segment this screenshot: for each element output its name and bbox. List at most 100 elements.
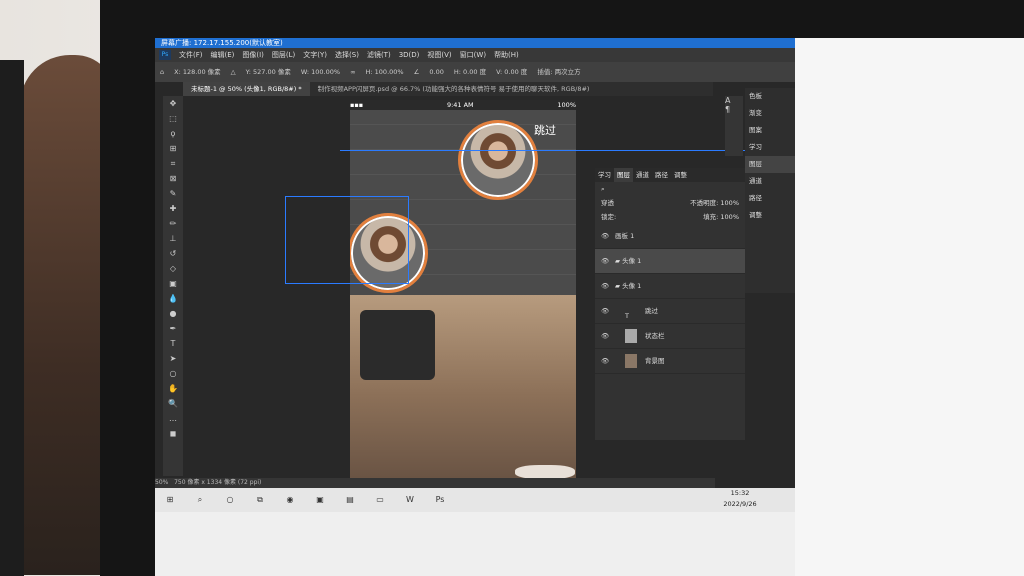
marquee-tool-icon[interactable]: ⬚ — [163, 111, 183, 126]
blend-mode-select[interactable]: 穿透 — [601, 196, 614, 210]
opacity-field[interactable]: 不透明度: 100% — [690, 196, 739, 210]
zoom-tool-icon[interactable]: 🔍 — [163, 396, 183, 411]
windows-start-icon[interactable]: ⊞ — [161, 492, 179, 508]
photoshop-icon[interactable]: Ps — [431, 492, 449, 508]
avatar-image[interactable] — [458, 120, 538, 200]
blur-tool-icon[interactable]: 💧 — [163, 291, 183, 306]
fill-field[interactable]: 填充: 100% — [703, 210, 739, 224]
layer-row[interactable]: 👁 ▰ 头像 1 — [595, 249, 745, 274]
crop-tool-icon[interactable]: ⌗ — [163, 156, 183, 171]
eye-icon[interactable]: 👁 — [601, 249, 615, 273]
eye-icon[interactable]: 👁 — [601, 324, 615, 348]
window-titlebar: 屏幕广播: 172.17.155.200(默认教室) — [155, 38, 795, 48]
link-icon[interactable]: ∞ — [345, 62, 360, 82]
layer-row[interactable]: 👁 状态栏 — [595, 324, 745, 349]
task-view-icon[interactable]: ⧉ — [251, 492, 269, 508]
cortana-icon[interactable]: ○ — [221, 492, 239, 508]
tab-channels[interactable]: 通道 — [633, 168, 652, 182]
eraser-icon[interactable]: ◇ — [163, 261, 183, 276]
tab-untitled[interactable]: 未标题-1 @ 50% (头像1, RGB/8#) * — [183, 82, 310, 96]
lasso-tool-icon[interactable]: ϙ — [163, 126, 183, 141]
signal-icon: ▪▪▪ — [350, 101, 364, 109]
menu-image[interactable]: 图像(I) — [238, 48, 268, 62]
tab-splash-psd[interactable]: 制作视频APP闪屏页.psd @ 66.7% (功能强大的各种表情符号 易于使用… — [310, 82, 598, 96]
quick-select-icon[interactable]: ⊞ — [163, 141, 183, 156]
menu-help[interactable]: 帮助(H) — [490, 48, 523, 62]
more-tools-icon[interactable]: … — [163, 411, 183, 426]
menu-view[interactable]: 视图(V) — [423, 48, 455, 62]
menu-select[interactable]: 选择(S) — [331, 48, 363, 62]
character-icon[interactable]: A — [725, 96, 743, 105]
dodge-tool-icon[interactable]: ● — [163, 306, 183, 321]
menu-window[interactable]: 窗口(W) — [456, 48, 490, 62]
wps-icon[interactable]: W — [401, 492, 419, 508]
search-icon[interactable]: ⌕ — [191, 492, 209, 508]
history-brush-icon[interactable]: ↺ — [163, 246, 183, 261]
tab-learn[interactable]: 学习 — [595, 168, 614, 182]
layer-row[interactable]: 👁 T 跳过 — [595, 299, 745, 324]
interp-select[interactable]: 插值: 两次立方 — [532, 62, 585, 82]
dock-swatches[interactable]: 色板 — [745, 88, 795, 105]
hskew-field[interactable]: H: 0.00 度 — [449, 62, 491, 82]
layer-row[interactable]: 👁 ▰ 头像 1 — [595, 274, 745, 299]
type-tool-icon[interactable]: T — [163, 336, 183, 351]
taskbar-clock[interactable]: 15:32 2022/9/26 — [715, 488, 765, 512]
menu-3d[interactable]: 3D(D) — [395, 48, 424, 62]
dock-gradients[interactable]: 渐变 — [745, 105, 795, 122]
dock-paths[interactable]: 路径 — [745, 190, 795, 207]
app-icon[interactable]: ▣ — [311, 492, 329, 508]
document-tabs: 未标题-1 @ 50% (头像1, RGB/8#) * 制作视频APP闪屏页.p… — [183, 82, 713, 96]
vskew-field[interactable]: V: 0.00 度 — [491, 62, 532, 82]
dock-learn[interactable]: 学习 — [745, 139, 795, 156]
pen-tool-icon[interactable]: ✒ — [163, 321, 183, 336]
w-field[interactable]: W: 100.00% — [296, 62, 345, 82]
transform-selection-box[interactable] — [285, 196, 409, 284]
eyedropper-icon[interactable]: ✎ — [163, 186, 183, 201]
eye-icon[interactable]: 👁 — [601, 349, 615, 373]
menu-edit[interactable]: 编辑(E) — [207, 48, 239, 62]
menu-filter[interactable]: 滤镜(T) — [363, 48, 395, 62]
frame-tool-icon[interactable]: ⊠ — [163, 171, 183, 186]
color-swatch-icon[interactable]: ◼ — [163, 426, 183, 441]
gradient-tool-icon[interactable]: ▣ — [163, 276, 183, 291]
eye-icon[interactable]: 👁 — [601, 224, 615, 248]
angle-icon: ∠ — [413, 68, 420, 76]
layer-row[interactable]: 👁 画板 1 — [595, 224, 745, 249]
dock-adjust[interactable]: 调整 — [745, 207, 795, 224]
eye-icon[interactable]: 👁 — [601, 299, 615, 323]
stamp-tool-icon[interactable]: ⊥ — [163, 231, 183, 246]
search-icon[interactable]: ⌕ — [601, 185, 605, 193]
dock-patterns[interactable]: 图案 — [745, 122, 795, 139]
layers-panel-tabs: 学习 图层 通道 路径 调整 — [595, 168, 745, 182]
path-select-icon[interactable]: ➤ — [163, 351, 183, 366]
layer-row[interactable]: 👁 背景图 — [595, 349, 745, 374]
menu-layer[interactable]: 图层(L) — [268, 48, 299, 62]
file-explorer-icon[interactable]: ▭ — [371, 492, 389, 508]
dock-layers[interactable]: 图层 — [745, 156, 795, 173]
angle-field[interactable]: 0.00 — [424, 62, 448, 82]
tab-paths[interactable]: 路径 — [652, 168, 671, 182]
artboard-canvas[interactable]: ▪▪▪ 9:41 AM 100% 跳过 — [350, 100, 576, 478]
chrome-icon[interactable]: ◉ — [281, 492, 299, 508]
menu-file[interactable]: 文件(F) — [175, 48, 207, 62]
y-field[interactable]: Y: 527.00 像素 — [241, 62, 296, 82]
dock-channels[interactable]: 通道 — [745, 173, 795, 190]
x-field[interactable]: X: 128.00 像素 — [169, 62, 226, 82]
healing-brush-icon[interactable]: ✚ — [163, 201, 183, 216]
tab-adjust[interactable]: 调整 — [671, 168, 690, 182]
zoom-level[interactable]: 50% — [155, 479, 168, 486]
move-tool-icon[interactable]: ✥ — [163, 96, 183, 111]
tab-layers[interactable]: 图层 — [614, 168, 633, 182]
eye-icon[interactable]: 👁 — [601, 274, 615, 298]
hand-tool-icon[interactable]: ✋ — [163, 381, 183, 396]
app-icon[interactable]: ▤ — [341, 492, 359, 508]
phone-time: 9:41 AM — [446, 101, 474, 109]
paragraph-icon[interactable]: ¶ — [725, 105, 743, 114]
right-screen-glare — [795, 38, 1024, 576]
brush-tool-icon[interactable]: ✏ — [163, 216, 183, 231]
skip-text[interactable]: 跳过 — [534, 122, 556, 138]
h-field[interactable]: H: 100.00% — [361, 62, 409, 82]
ellipse-tool-icon[interactable]: ○ — [163, 366, 183, 381]
menu-type[interactable]: 文字(Y) — [299, 48, 331, 62]
home-icon[interactable]: ⌂ — [155, 62, 169, 82]
